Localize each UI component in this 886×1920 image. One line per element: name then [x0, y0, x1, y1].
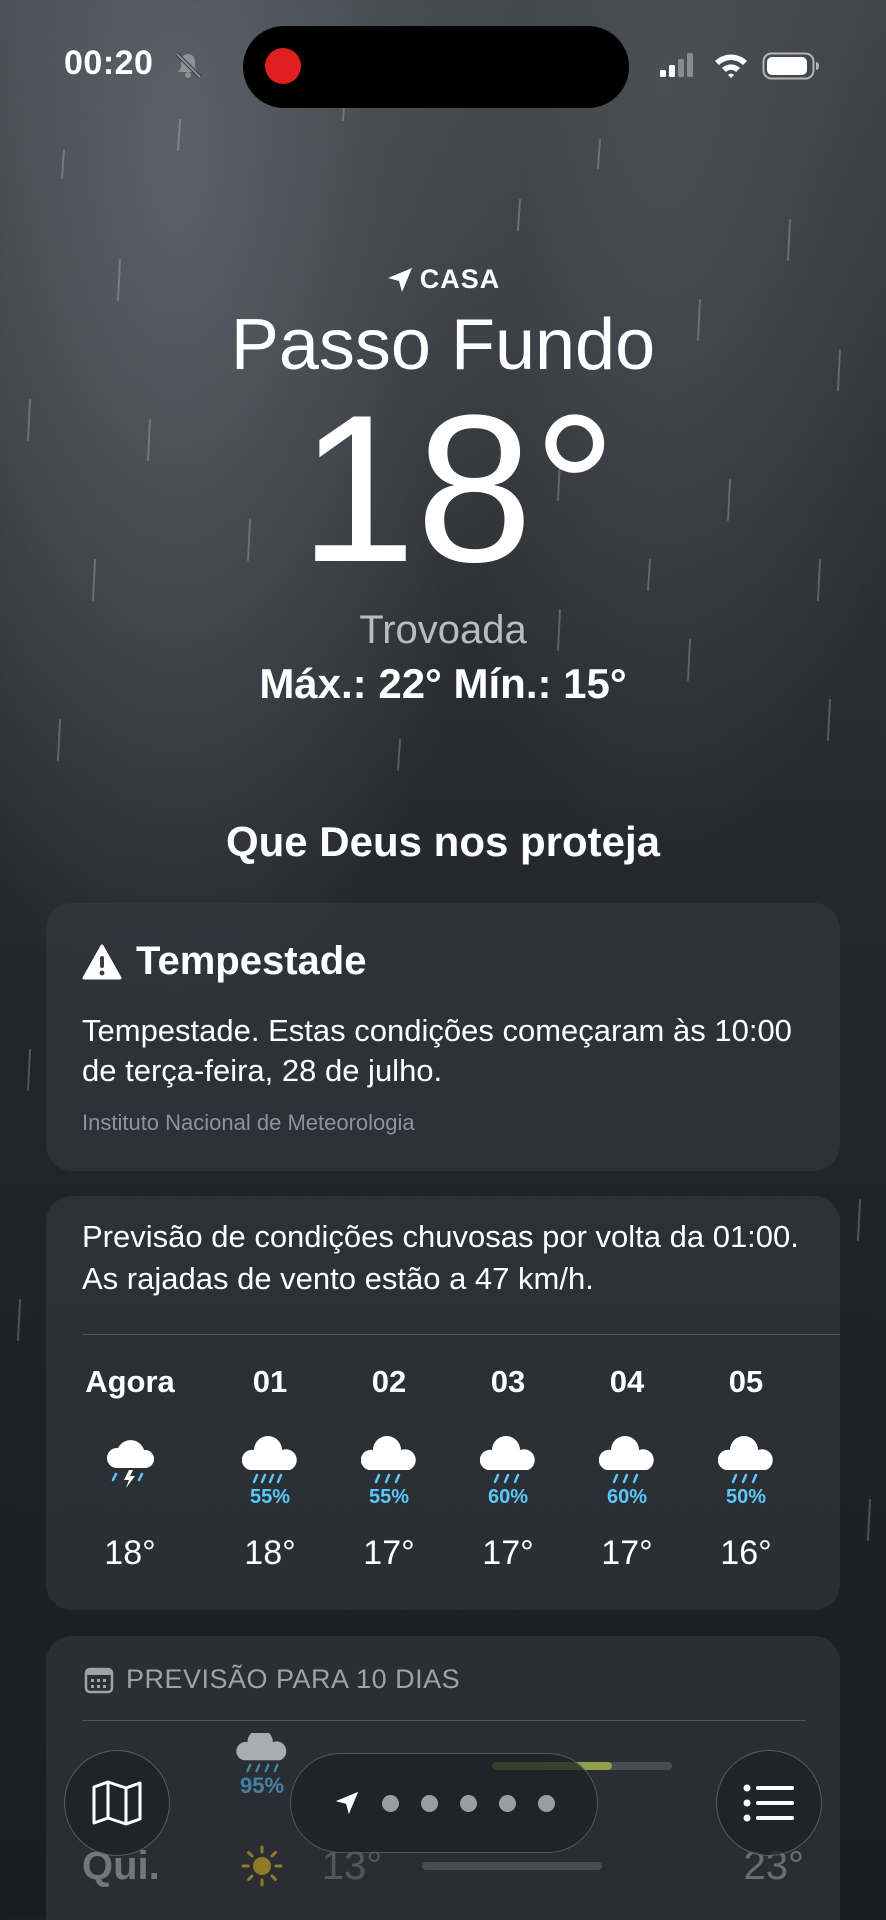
- hour-column: 03 60% 17°: [448, 1364, 568, 1573]
- headline-message: Que Deus nos proteja: [225, 818, 661, 865]
- hour-precipitation: 50%: [725, 1486, 767, 1508]
- hour-temperature: 17°: [363, 1534, 415, 1572]
- location-header: CASA: [0, 264, 886, 295]
- hour-label: 01: [252, 1364, 288, 1399]
- status-time: 00:20: [64, 44, 154, 82]
- rain-cloud-icon: [236, 1733, 287, 1773]
- hour-column: 04 60% 17°: [567, 1364, 687, 1573]
- hour-temperature: 17°: [601, 1534, 653, 1572]
- page-indicator[interactable]: [290, 1753, 598, 1853]
- hour-label: Agora: [85, 1364, 175, 1399]
- day-precipitation: 95%: [239, 1773, 285, 1798]
- page-dot[interactable]: [381, 1794, 399, 1812]
- alert-title-row: Tempestade: [82, 939, 366, 984]
- calendar-icon: [84, 1667, 114, 1693]
- alert-title: Tempestade: [136, 939, 367, 983]
- rain-cloud-icon: [599, 1436, 654, 1484]
- page-dot[interactable]: [459, 1794, 477, 1812]
- severe-weather-alert-card[interactable]: Tempestade Tempestade. Estas condições c…: [46, 903, 840, 1171]
- location-label: CASA: [419, 264, 501, 294]
- rain-cloud-icon: [242, 1436, 297, 1484]
- map-button[interactable]: [64, 1750, 170, 1856]
- hour-label: 03: [490, 1364, 526, 1399]
- hour-column: 02 55% 17°: [329, 1364, 449, 1573]
- page-dot[interactable]: [537, 1794, 555, 1812]
- location-list-button[interactable]: [716, 1750, 822, 1856]
- rain-cloud-icon: [361, 1436, 416, 1484]
- battery-icon: [762, 52, 819, 80]
- wifi-icon: [715, 54, 747, 78]
- hour-label: 04: [609, 1364, 645, 1399]
- rain-cloud-icon: [480, 1436, 535, 1484]
- hour-temperature: 18°: [104, 1534, 156, 1572]
- hour-column: Agora 18°: [70, 1364, 190, 1573]
- current-temperature: 18°: [299, 371, 617, 606]
- cellular-signal-icon: [660, 53, 693, 77]
- hour-column: 01 55% 18°: [210, 1364, 330, 1573]
- hourly-divider: [82, 1334, 840, 1335]
- high-low-temperature: Máx.: 22° Mín.: 15°: [259, 660, 627, 707]
- hour-temperature: 18°: [244, 1534, 296, 1572]
- hour-precipitation: 60%: [487, 1486, 529, 1508]
- day-temperature-bar: [422, 1862, 602, 1870]
- hour-temperature: 17°: [482, 1534, 534, 1572]
- hour-column: 05 50% 16°: [686, 1364, 806, 1573]
- warning-triangle-icon: [82, 944, 122, 979]
- list-icon: [743, 1784, 794, 1822]
- ten-day-divider: [82, 1720, 806, 1721]
- hour-precipitation: 60%: [606, 1486, 648, 1508]
- thunderstorm-icon: [106, 1440, 155, 1488]
- hour-precipitation: 55%: [368, 1486, 410, 1508]
- sun-icon: [241, 1845, 283, 1887]
- hourly-forecast-card[interactable]: Previsão de condições chuvosas por volta…: [46, 1196, 840, 1610]
- location-arrow-icon: [387, 267, 412, 292]
- ten-day-header: PREVISÃO PARA 10 DIAS: [84, 1664, 460, 1695]
- bell-slash-icon: [175, 52, 202, 79]
- page-dot[interactable]: [420, 1794, 438, 1812]
- hourly-summary: Previsão de condições chuvosas por volta…: [82, 1219, 799, 1296]
- recording-icon: [265, 48, 301, 84]
- alert-body: Tempestade. Estas condições começaram às…: [82, 1013, 792, 1088]
- rain-cloud-icon: [718, 1436, 773, 1484]
- alert-source: Instituto Nacional de Meteorologia: [82, 1110, 415, 1135]
- hour-temperature: 16°: [720, 1534, 772, 1572]
- map-icon: [92, 1780, 142, 1826]
- location-arrow-icon[interactable]: [334, 1790, 360, 1816]
- hour-precipitation: 55%: [249, 1486, 291, 1508]
- page-dot[interactable]: [498, 1794, 516, 1812]
- hour-label: 02: [371, 1364, 407, 1399]
- ten-day-title: PREVISÃO PARA 10 DIAS: [126, 1664, 461, 1694]
- current-condition: Trovoada: [359, 608, 527, 652]
- hour-label: 05: [728, 1364, 764, 1399]
